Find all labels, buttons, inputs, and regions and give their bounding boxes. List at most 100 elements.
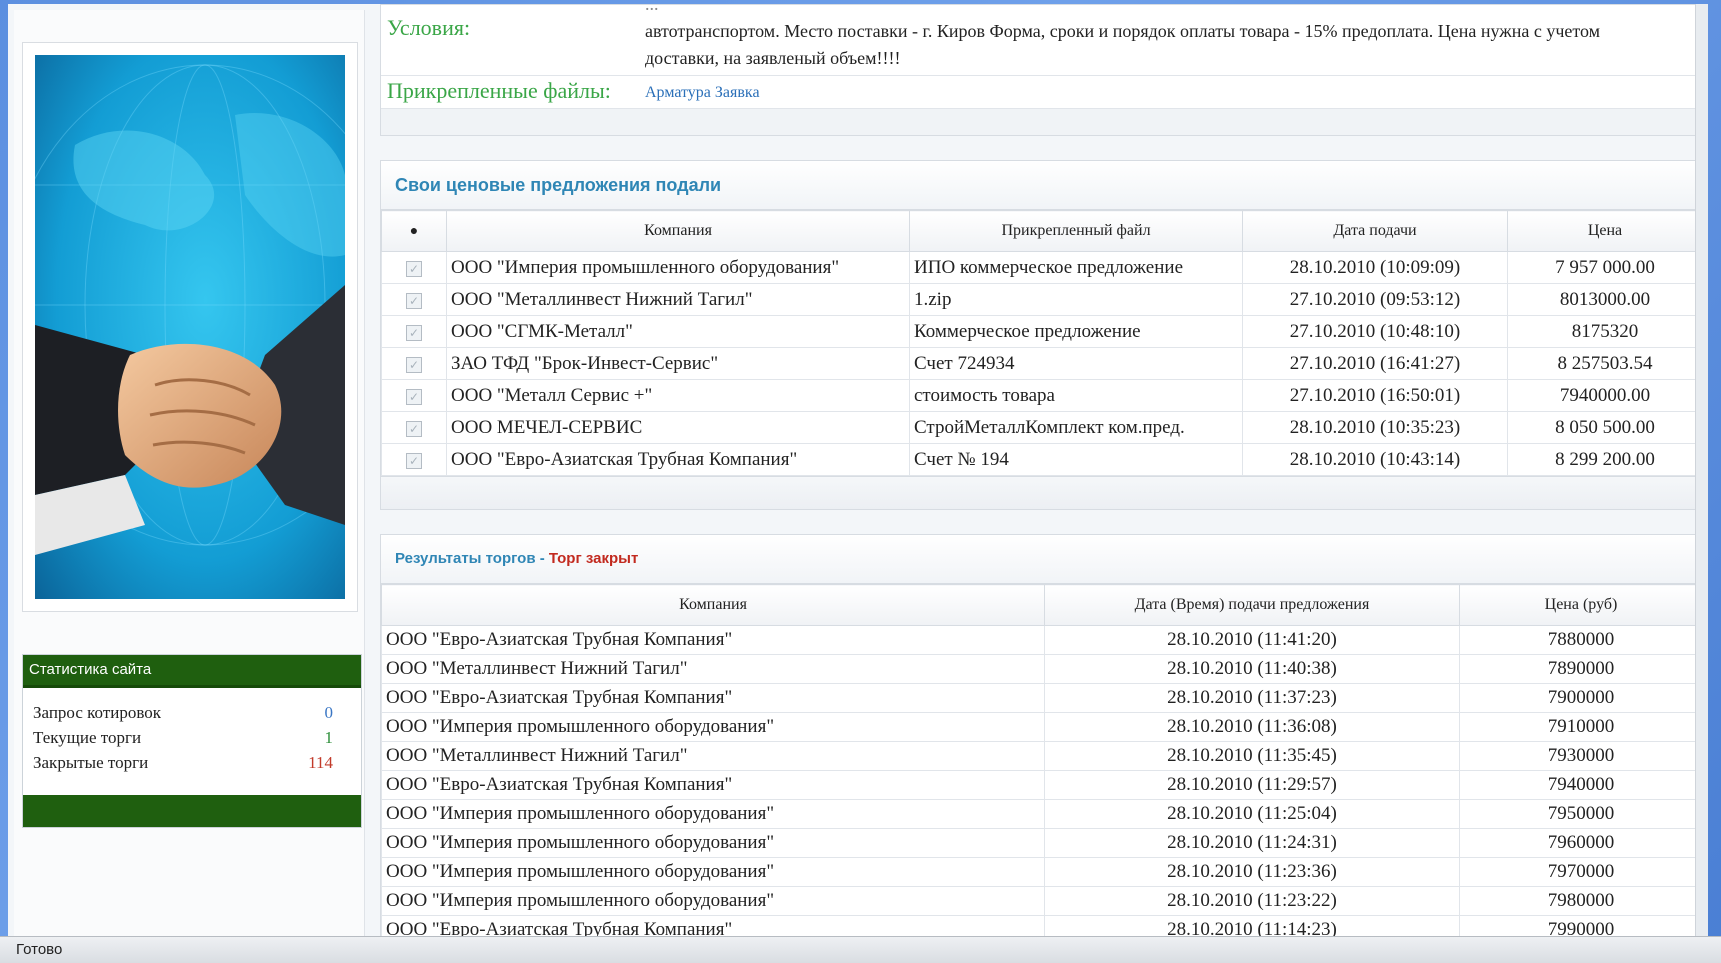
price-cell: 7880000: [1459, 625, 1703, 655]
date-cell: 28.10.2010 (11:23:36): [1044, 857, 1460, 887]
table-row: ООО "Империя промышленного оборудования"…: [381, 712, 1703, 742]
price-cell: 7940000.00: [1507, 379, 1703, 412]
date-cell: 27.10.2010 (09:53:12): [1242, 283, 1508, 316]
date-cell: 28.10.2010 (11:36:08): [1044, 712, 1460, 742]
stats-footer-bar: [23, 795, 361, 827]
column-header-date[interactable]: Дата (Время) подачи предложения: [1044, 584, 1460, 626]
column-header-company[interactable]: Компания: [446, 210, 910, 252]
column-header-price[interactable]: Цена: [1507, 210, 1703, 252]
company-cell: ООО "Империя промышленного оборудования": [381, 828, 1045, 858]
checkbox[interactable]: ✓: [406, 420, 422, 437]
offers-panel-footer: [381, 476, 1703, 509]
price-cell: 7910000: [1459, 712, 1703, 742]
checkbox[interactable]: ✓: [406, 388, 422, 405]
file-link[interactable]: ИПО коммерческое предложение: [909, 251, 1243, 284]
column-header-price[interactable]: Цена (руб): [1459, 584, 1703, 626]
date-cell: 28.10.2010 (11:40:38): [1044, 654, 1460, 684]
company-cell: ООО "Евро-Азиатская Трубная Компания": [381, 683, 1045, 713]
row-checkbox-cell: ✓: [381, 347, 447, 380]
date-cell: 28.10.2010 (11:25:04): [1044, 799, 1460, 829]
file-link[interactable]: СтройМеталлКомплект ком.пред.: [909, 411, 1243, 444]
stats-row-closed-auctions: Закрытые торги 114: [23, 750, 361, 775]
checkbox[interactable]: ✓: [406, 324, 422, 341]
conditions-line: ...: [645, 4, 659, 14]
column-header-company[interactable]: Компания: [381, 584, 1045, 626]
conditions-line: автотранспортом. Место поставки - г. Кир…: [645, 21, 1601, 41]
conditions-label: Условия:: [387, 15, 471, 40]
attached-file-link[interactable]: Арматура Заявка: [645, 84, 760, 101]
file-link[interactable]: Счет № 194: [909, 443, 1243, 476]
file-link[interactable]: стоимость товара: [909, 379, 1243, 412]
company-cell: ООО "Империя промышленного оборудования": [381, 886, 1045, 916]
date-cell: 28.10.2010 (10:43:14): [1242, 443, 1508, 476]
file-link[interactable]: Коммерческое предложение: [909, 315, 1243, 348]
table-row: ✓ ООО "Металлинвест Нижний Тагил" 1.zip …: [381, 283, 1703, 316]
date-cell: 27.10.2010 (16:41:27): [1242, 347, 1508, 380]
price-cell: 7890000: [1459, 654, 1703, 684]
checkbox[interactable]: ✓: [406, 356, 422, 373]
results-table: Компания Дата (Время) подачи предложения…: [381, 584, 1703, 940]
stats-label: Запрос котировок: [33, 703, 162, 722]
checkbox[interactable]: ✓: [406, 292, 422, 309]
company-cell: ООО "Металл Сервис +": [446, 379, 910, 412]
browser-viewport: Статистика сайта Запрос котировок 0 Теку…: [8, 4, 1708, 940]
results-panel: Результаты торгов - Торг закрыт Компания…: [380, 534, 1704, 940]
file-link[interactable]: 1.zip: [909, 283, 1243, 316]
table-row: ООО "Металлинвест Нижний Тагил" 28.10.201…: [381, 741, 1703, 771]
price-cell: 7940000: [1459, 770, 1703, 800]
table-row: ✓ ООО "Империя промышленного оборудовани…: [381, 251, 1703, 284]
files-value: Арматура Заявка: [645, 78, 1675, 106]
date-cell: 28.10.2010 (10:35:23): [1242, 411, 1508, 444]
company-cell: ООО "Металлинвест Нижний Тагил": [381, 654, 1045, 684]
company-cell: ООО "Империя промышленного оборудования": [446, 251, 910, 284]
banner-image-frame: [22, 42, 358, 612]
price-cell: 7970000: [1459, 857, 1703, 887]
results-title: Результаты торгов: [395, 550, 536, 567]
table-row: ООО "Империя промышленного оборудования"…: [381, 828, 1703, 858]
price-cell: 7900000: [1459, 683, 1703, 713]
checkbox[interactable]: ✓: [406, 260, 422, 277]
column-header-date[interactable]: Дата подачи: [1242, 210, 1508, 252]
offers-table: ● Компания Прикрепленный файл Дата подач…: [381, 210, 1703, 476]
stats-value[interactable]: 114: [308, 750, 333, 775]
results-title-separator: -: [535, 550, 549, 567]
stats-row-quotes: Запрос котировок 0: [23, 700, 361, 725]
eye-icon: ●: [409, 224, 419, 239]
table-row: ООО "Евро-Азиатская Трубная Компания" 28.…: [381, 683, 1703, 713]
stats-value[interactable]: 0: [325, 700, 334, 725]
company-cell: ООО МЕЧЕЛ-СЕРВИС: [446, 411, 910, 444]
results-header-row: Компания Дата (Время) подачи предложения…: [381, 584, 1703, 626]
left-sidebar: Статистика сайта Запрос котировок 0 Теку…: [14, 10, 365, 940]
select-column-header: ●: [381, 210, 447, 252]
file-link[interactable]: Счет 724934: [909, 347, 1243, 380]
date-cell: 27.10.2010 (10:48:10): [1242, 315, 1508, 348]
conditions-text: ... автотранспортом. Место поставки - г.…: [645, 4, 1675, 72]
vertical-scrollbar[interactable]: [1695, 4, 1708, 940]
company-cell: ЗАО ТФД "Брок-Инвест-Сервис": [446, 347, 910, 380]
stats-row-current-auctions: Текущие торги 1: [23, 725, 361, 750]
price-cell: 7 957 000.00: [1507, 251, 1703, 284]
column-header-file[interactable]: Прикрепленный файл: [909, 210, 1243, 252]
offers-panel-title: Свои ценовые предложения подали: [381, 161, 1703, 210]
table-row: ООО "Империя промышленного оборудования"…: [381, 799, 1703, 829]
files-row: Прикрепленные файлы: Арматура Заявка: [381, 75, 1703, 108]
company-cell: ООО "Империя промышленного оборудования": [381, 857, 1045, 887]
stats-value[interactable]: 1: [325, 725, 334, 750]
tender-info-table: Условия: ... автотранспортом. Место пост…: [380, 4, 1704, 136]
company-cell: ООО "Евро-Азиатская Трубная Компания": [381, 770, 1045, 800]
table-row: ✓ ООО "Евро-Азиатская Трубная Компания" …: [381, 443, 1703, 476]
table-row: ООО "Империя промышленного оборудования"…: [381, 886, 1703, 916]
company-cell: ООО "Евро-Азиатская Трубная Компания": [381, 625, 1045, 655]
row-checkbox-cell: ✓: [381, 315, 447, 348]
price-cell: 8 257503.54: [1507, 347, 1703, 380]
price-cell: 8013000.00: [1507, 283, 1703, 316]
table-row: ООО "Евро-Азиатская Трубная Компания" 28.…: [381, 625, 1703, 655]
price-cell: 8 299 200.00: [1507, 443, 1703, 476]
row-checkbox-cell: ✓: [381, 411, 447, 444]
checkbox[interactable]: ✓: [406, 452, 422, 469]
handshake-banner-image: [35, 55, 345, 599]
company-cell: ООО "Металлинвест Нижний Тагил": [381, 741, 1045, 771]
date-cell: 27.10.2010 (16:50:01): [1242, 379, 1508, 412]
price-cell: 7980000: [1459, 886, 1703, 916]
row-checkbox-cell: ✓: [381, 379, 447, 412]
